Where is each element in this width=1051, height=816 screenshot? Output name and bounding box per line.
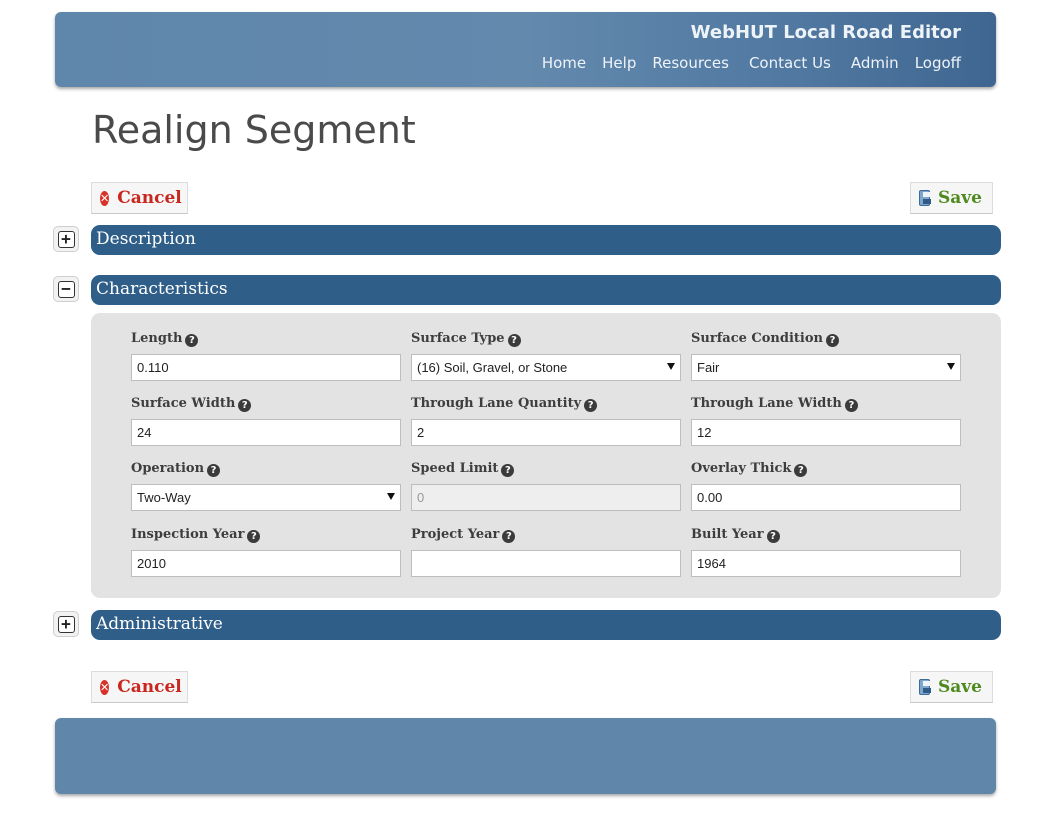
- description-toggle[interactable]: +: [53, 226, 79, 252]
- operation-label: Operation?: [131, 460, 401, 478]
- surface-width-input[interactable]: 24: [131, 419, 401, 446]
- built-year-input[interactable]: 1964: [691, 550, 961, 577]
- save-button-bottom[interactable]: Save: [910, 671, 993, 703]
- through-lane-width-input[interactable]: 12: [691, 419, 961, 446]
- overlay-thick-input[interactable]: 0.00: [691, 484, 961, 511]
- dropdown-arrow-icon: [947, 363, 955, 370]
- app-footer: [55, 718, 996, 794]
- field-surface-type: Surface Type? (16) Soil, Gravel, or Ston…: [411, 330, 681, 381]
- field-speed-limit: Speed Limit? 0: [411, 460, 681, 511]
- plus-icon: +: [57, 615, 75, 633]
- speed-limit-input: 0: [411, 484, 681, 511]
- operation-select[interactable]: Two-Way: [131, 484, 401, 511]
- help-icon[interactable]: ?: [844, 399, 858, 412]
- speed-limit-label: Speed Limit?: [411, 460, 681, 478]
- field-surface-width: Surface Width? 24: [131, 395, 401, 446]
- nav-contact-us[interactable]: Contact Us: [749, 54, 831, 72]
- through-lane-width-label: Through Lane Width?: [691, 395, 961, 413]
- surface-type-label: Surface Type?: [411, 330, 681, 348]
- help-icon[interactable]: ?: [794, 464, 808, 477]
- surface-type-select[interactable]: (16) Soil, Gravel, or Stone: [411, 354, 681, 381]
- cancel-button-bottom[interactable]: ✕ Cancel: [91, 671, 188, 703]
- surface-width-label: Surface Width?: [131, 395, 401, 413]
- through-lane-quantity-input[interactable]: 2: [411, 419, 681, 446]
- field-built-year: Built Year? 1964: [691, 526, 961, 577]
- save-button-top[interactable]: Save: [910, 182, 993, 214]
- section-characteristics-header[interactable]: Characteristics: [91, 275, 1001, 305]
- characteristics-panel: Length? 0.110 Surface Type? (16) Soil, G…: [91, 313, 1001, 598]
- length-label: Length?: [131, 330, 401, 348]
- top-nav: Home Help Resources Contact Us Admin Log…: [526, 54, 961, 72]
- help-icon[interactable]: ?: [238, 399, 252, 412]
- help-icon[interactable]: ?: [502, 530, 516, 543]
- surface-condition-select[interactable]: Fair: [691, 354, 961, 381]
- nav-admin[interactable]: Admin: [851, 54, 899, 72]
- dropdown-arrow-icon: [667, 363, 675, 370]
- cancel-button-top[interactable]: ✕ Cancel: [91, 182, 188, 214]
- field-project-year: Project Year?: [411, 526, 681, 577]
- field-operation: Operation? Two-Way: [131, 460, 401, 511]
- app-title: WebHUT Local Road Editor: [690, 22, 961, 43]
- field-through-lane-width: Through Lane Width? 12: [691, 395, 961, 446]
- cancel-icon: ✕: [100, 679, 110, 695]
- save-label: Save: [938, 188, 982, 208]
- project-year-input[interactable]: [411, 550, 681, 577]
- section-administrative-header[interactable]: Administrative: [91, 610, 1001, 640]
- nav-help[interactable]: Help: [602, 54, 636, 72]
- project-year-label: Project Year?: [411, 526, 681, 544]
- help-icon[interactable]: ?: [207, 464, 221, 477]
- help-icon[interactable]: ?: [825, 334, 839, 347]
- inspection-year-input[interactable]: 2010: [131, 550, 401, 577]
- help-icon[interactable]: ?: [185, 334, 199, 347]
- field-inspection-year: Inspection Year? 2010: [131, 526, 401, 577]
- nav-logoff[interactable]: Logoff: [915, 54, 961, 72]
- app-header: WebHUT Local Road Editor Home Help Resou…: [55, 12, 996, 87]
- floppy-disk-icon: [919, 679, 931, 695]
- cancel-label: Cancel: [117, 188, 182, 208]
- cancel-icon: ✕: [100, 190, 110, 206]
- dropdown-arrow-icon: [387, 493, 395, 500]
- plus-icon: +: [57, 230, 75, 248]
- field-through-lane-quantity: Through Lane Quantity? 2: [411, 395, 681, 446]
- section-description-header[interactable]: Description: [91, 225, 1001, 255]
- field-length: Length? 0.110: [131, 330, 401, 381]
- help-icon[interactable]: ?: [247, 530, 261, 543]
- help-icon[interactable]: ?: [766, 530, 780, 543]
- floppy-disk-icon: [919, 190, 931, 206]
- inspection-year-label: Inspection Year?: [131, 526, 401, 544]
- overlay-thick-label: Overlay Thick?: [691, 460, 961, 478]
- length-input[interactable]: 0.110: [131, 354, 401, 381]
- surface-condition-label: Surface Condition?: [691, 330, 961, 348]
- help-icon[interactable]: ?: [507, 334, 521, 347]
- page-title: Realign Segment: [92, 108, 416, 152]
- characteristics-toggle[interactable]: −: [53, 276, 79, 302]
- minus-icon: −: [57, 280, 75, 298]
- help-icon[interactable]: ?: [501, 464, 515, 477]
- nav-home[interactable]: Home: [542, 54, 586, 72]
- built-year-label: Built Year?: [691, 526, 961, 544]
- field-overlay-thick: Overlay Thick? 0.00: [691, 460, 961, 511]
- help-icon[interactable]: ?: [584, 399, 598, 412]
- administrative-toggle[interactable]: +: [53, 611, 79, 637]
- save-label: Save: [938, 677, 982, 697]
- field-surface-condition: Surface Condition? Fair: [691, 330, 961, 381]
- cancel-label: Cancel: [117, 677, 182, 697]
- nav-resources[interactable]: Resources: [652, 54, 729, 72]
- through-lane-quantity-label: Through Lane Quantity?: [411, 395, 681, 413]
